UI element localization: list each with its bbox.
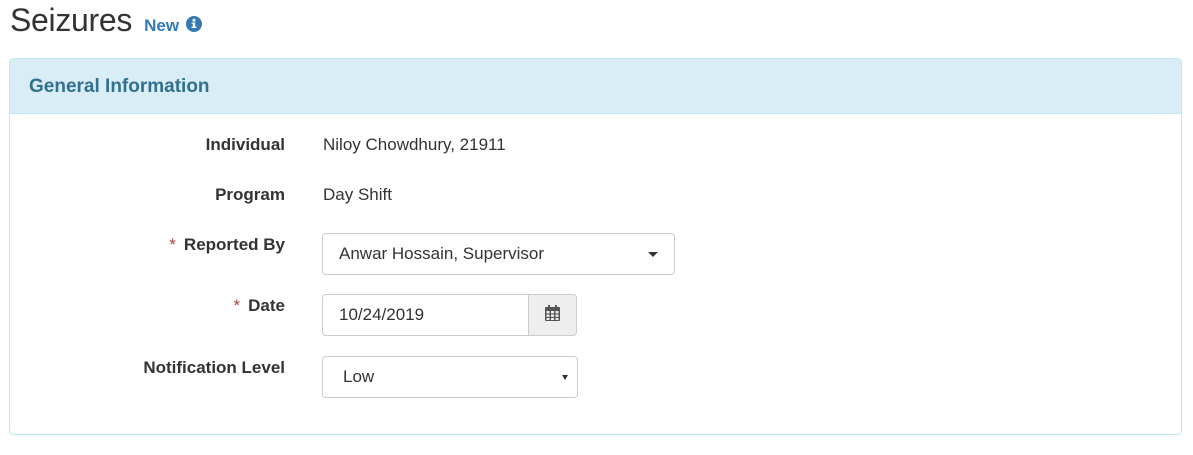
required-marker: * bbox=[233, 296, 241, 315]
reported-by-label-group: * Reported By bbox=[169, 235, 285, 255]
calendar-button[interactable] bbox=[528, 294, 577, 336]
new-badge: New bbox=[144, 16, 180, 35]
reported-by-select[interactable]: Anwar Hossain, Supervisor bbox=[322, 233, 675, 275]
panel-title: General Information bbox=[29, 76, 210, 97]
reported-by-label: Reported By bbox=[183, 235, 285, 254]
date-input[interactable] bbox=[322, 294, 528, 336]
info-icon[interactable] bbox=[186, 16, 203, 32]
individual-value: Niloy Chowdhury, 21911 bbox=[323, 135, 506, 154]
reported-by-selected: Anwar Hossain, Supervisor bbox=[339, 244, 545, 263]
program-value: Day Shift bbox=[323, 185, 392, 204]
date-label: Date bbox=[248, 296, 285, 315]
required-marker: * bbox=[169, 235, 176, 254]
page-title: Seizures bbox=[10, 2, 133, 38]
general-information-panel: General Information Individual Niloy Cho… bbox=[9, 58, 1182, 435]
notification-level-select[interactable]: Low bbox=[322, 356, 578, 398]
program-label: Program bbox=[215, 185, 285, 204]
individual-label: Individual bbox=[205, 135, 285, 154]
date-label-group: * Date bbox=[234, 296, 285, 316]
caret-down-icon bbox=[648, 252, 658, 257]
caret-down-icon bbox=[562, 375, 568, 380]
page-header: Seizures New bbox=[10, 2, 203, 46]
notification-level-selected: Low bbox=[343, 367, 375, 386]
notification-level-label: Notification Level bbox=[143, 358, 285, 377]
calendar-icon bbox=[545, 304, 560, 326]
panel-heading: General Information bbox=[10, 59, 1181, 114]
date-input-group bbox=[322, 294, 577, 336]
